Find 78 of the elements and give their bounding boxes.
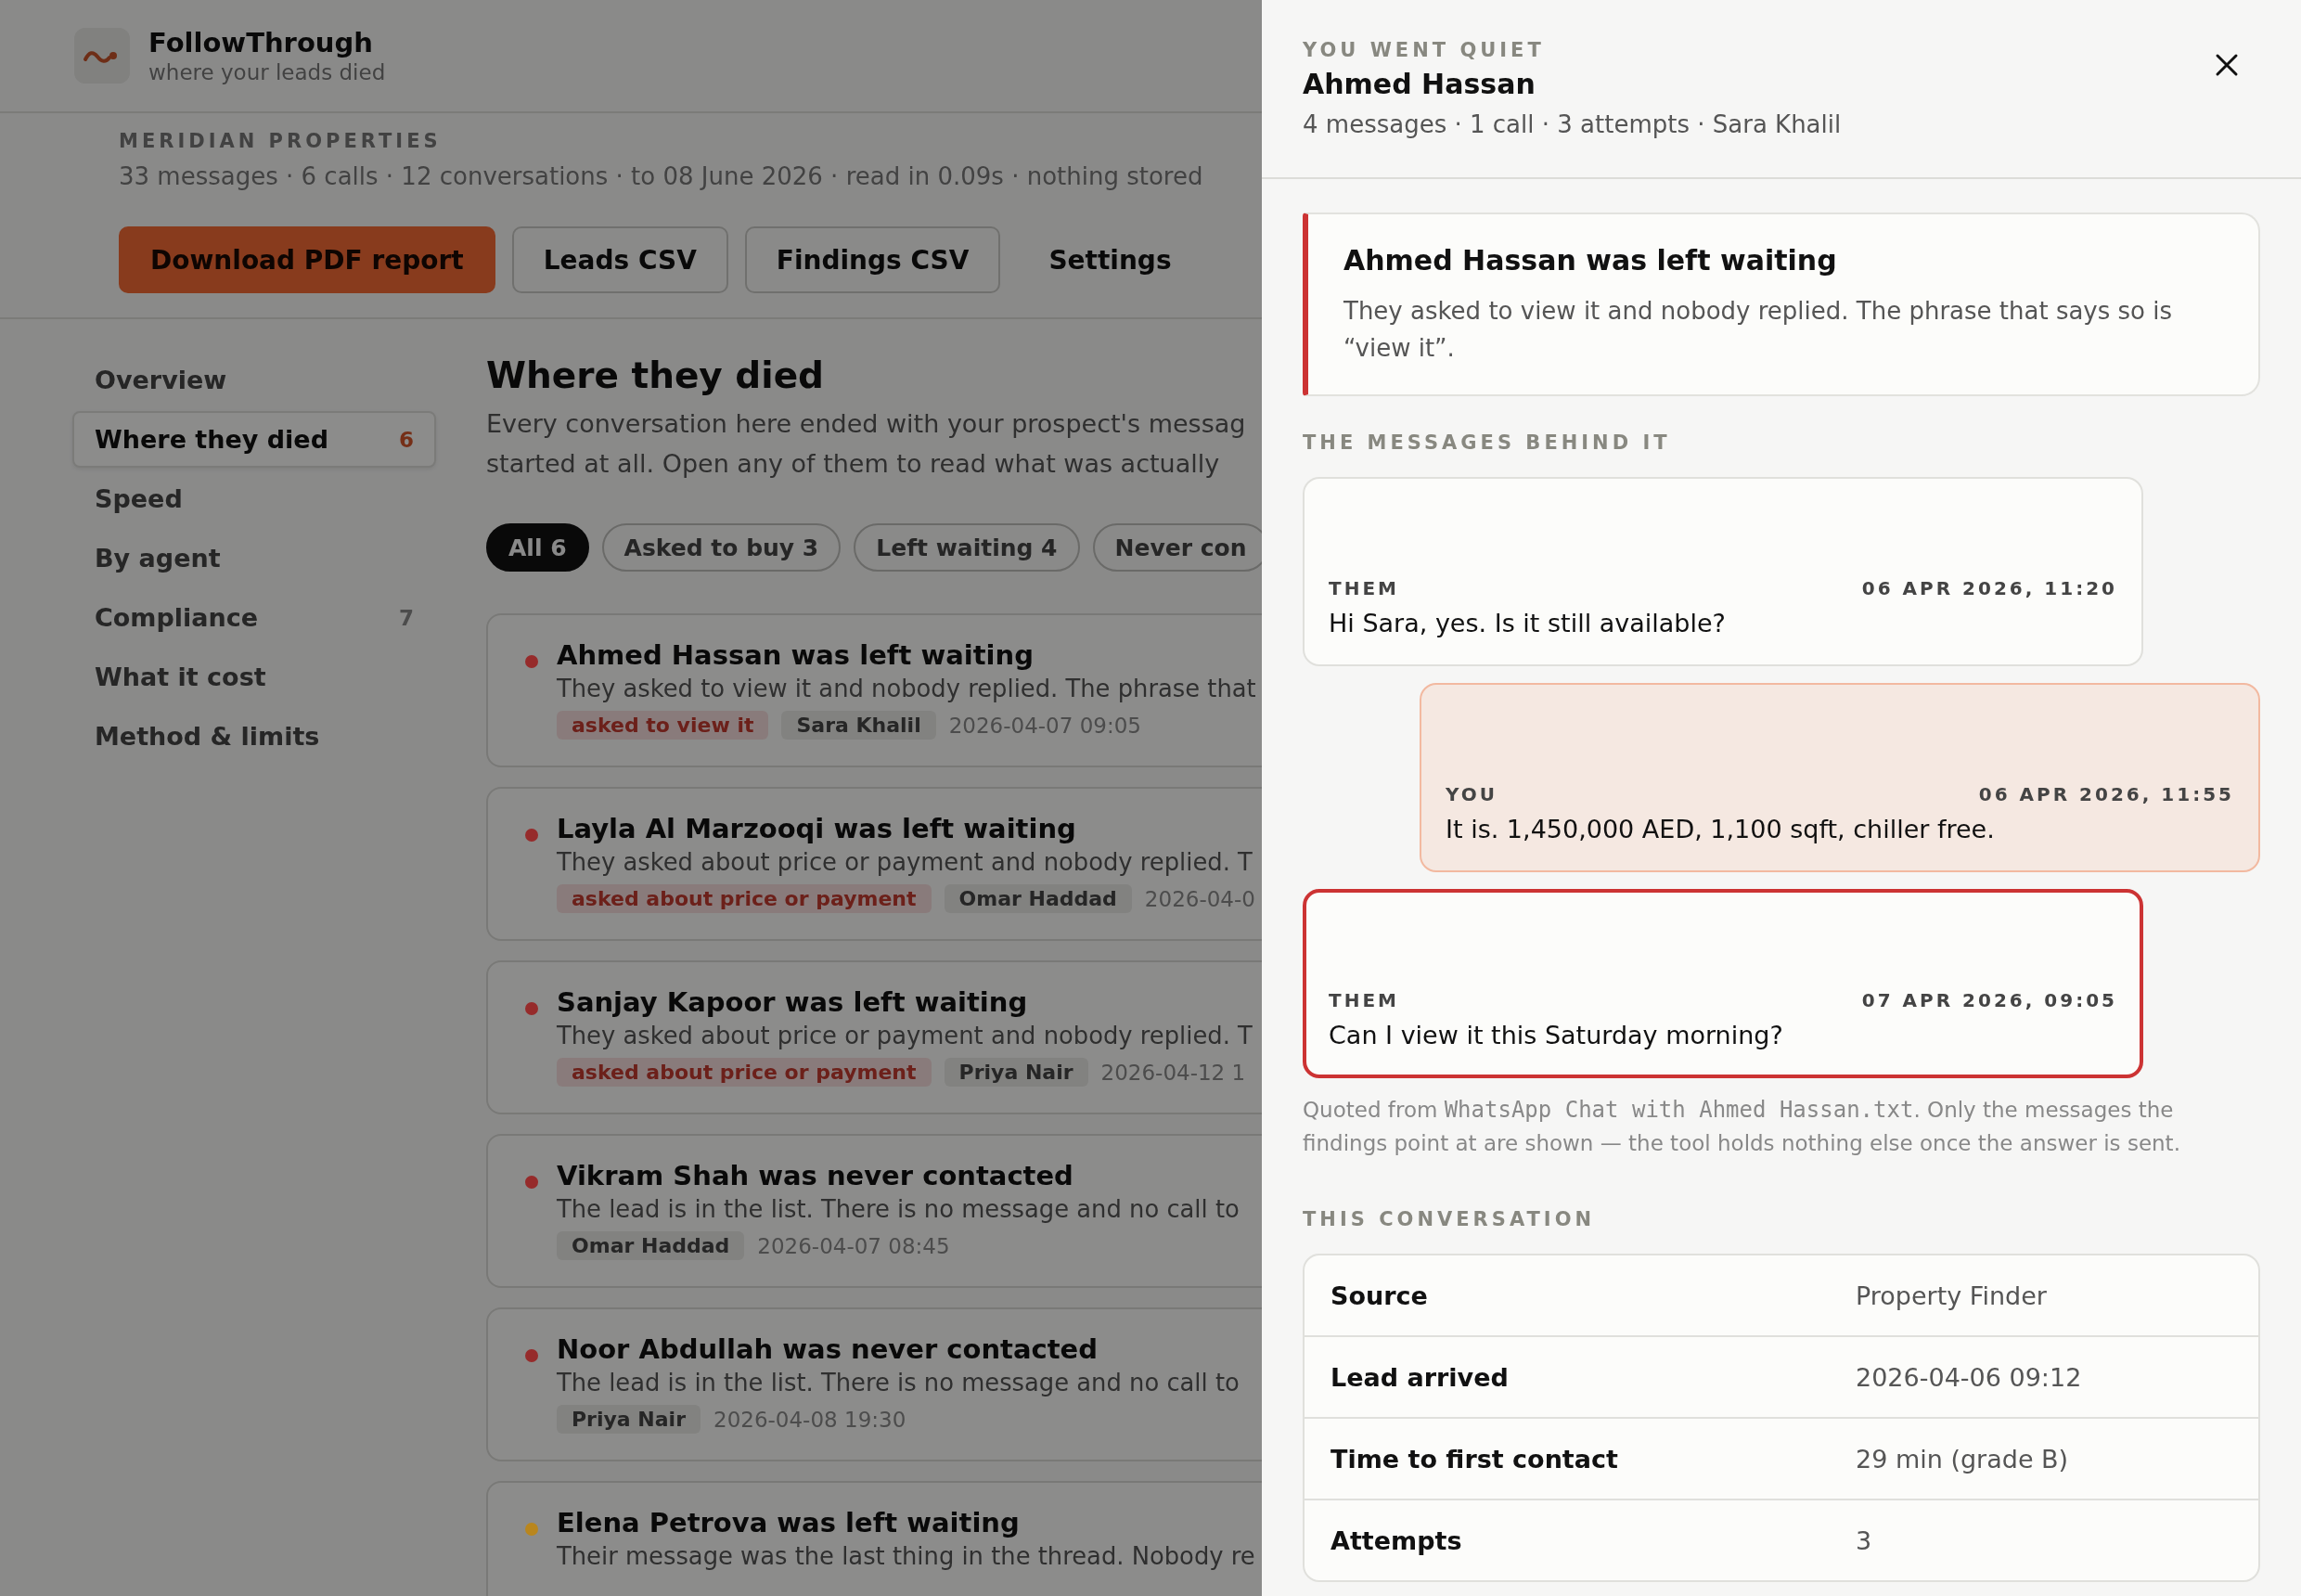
sidebar-item[interactable]: Method & limits (72, 708, 436, 765)
finding-tag: asked about price or payment (557, 884, 932, 913)
card-title: Layla Al Marzooqi was left waiting (557, 812, 1077, 846)
drawer-title: Ahmed Hassan (1303, 67, 1536, 102)
finding-card[interactable]: Vikram Shah was never contacted The lead is in the list. There is no message and no call to Omar Haddad 2026-04-07 08:45 (486, 1134, 1262, 1288)
detail-label: Lead arrived (1330, 1362, 1510, 1392)
agent-tag: Omar Haddad (557, 1231, 745, 1260)
sidebar-item[interactable]: Speed (72, 470, 436, 527)
finding-card[interactable]: Layla Al Marzooqi was left waiting They asked about price or payment and nobody replied. T asked about price or payment Omar Haddad 2026-04-0 (486, 787, 1262, 941)
detail-value: 3 (1856, 1525, 1873, 1555)
account-name: MERIDIAN PROPERTIES (119, 129, 443, 154)
message-sender: THEM (1329, 576, 1399, 601)
card-title: Ahmed Hassan was left waiting (557, 638, 1035, 673)
message-time: 06 APR 2026, 11:55 (1978, 782, 2234, 807)
filter-chip[interactable]: Never con (1092, 523, 1262, 572)
detail-value: 29 min (grade B) (1856, 1444, 2070, 1474)
sidebar-item[interactable]: Where they died 6 (72, 411, 436, 468)
timestamp: 2026-04-0 (1144, 886, 1255, 911)
card-description: They asked about price or payment and nobody replied. T (557, 1021, 1253, 1051)
sidebar-item[interactable]: By agent (72, 530, 436, 586)
card-title: Vikram Shah was never contacted (557, 1159, 1074, 1193)
finding-tag: asked to view it (557, 711, 769, 740)
description-line: Every conversation here ended with your prospect's messag (486, 408, 1247, 440)
sidebar-item[interactable]: What it cost (72, 649, 436, 705)
message-sender: YOU (1446, 782, 1498, 807)
sidebar-item[interactable]: Compliance 7 (72, 589, 436, 646)
card-title: Noor Abdullah was never contacted (557, 1332, 1099, 1367)
detail-value: Property Finder (1856, 1281, 2048, 1310)
agent-tag: Priya Nair (557, 1405, 701, 1434)
description-line: started at all. Open any of them to read what was actually (486, 448, 1221, 480)
finding-card[interactable]: Elena Petrova was left waiting Their message was the last thing in the thread. Nobody re (486, 1481, 1262, 1596)
footnote: Quoted from WhatsApp Chat with Ahmed Hassan.txt. Only the messages the findings point at are shown — the tool holds nothing else once the answer is sent. (1303, 1096, 2181, 1157)
card-title: Sanjay Kapoor was left waiting (557, 985, 1029, 1020)
sidebar-item[interactable]: Overview (72, 352, 436, 408)
detail-value: 2026-04-06 09:12 (1856, 1362, 2083, 1392)
agent-tag: Sara Khalil (781, 711, 936, 740)
message-text: Hi Sara, yes. Is it still available? (1329, 608, 1727, 639)
message-text: Can I view it this Saturday morning? (1329, 1020, 1784, 1051)
message-text: It is. 1,450,000 AED, 1,100 sqft, chiller free. (1446, 814, 1996, 845)
timestamp: 2026-04-07 09:05 (948, 713, 1141, 738)
filter-chip[interactable]: Asked to buy 3 (601, 523, 842, 572)
card-description: They asked to view it and nobody replied. The phrase that (557, 674, 1256, 704)
page-heading: Where they died (486, 354, 825, 398)
agent-tag: Priya Nair (944, 1058, 1088, 1087)
card-title: Elena Petrova was left waiting (557, 1506, 1021, 1540)
message-sender: THEM (1329, 988, 1399, 1013)
account-summary: 33 messages · 6 calls · 12 conversations · to 08 June 2026 · read in 0.09s · nothing stored (119, 161, 1203, 192)
finding-card[interactable]: Sanjay Kapoor was left waiting They asked about price or payment and nobody replied. T asked about price or payment Priya Nair 2026-04-12 1 (486, 960, 1262, 1114)
card-description: The lead is in the list. There is no message and no call to (557, 1194, 1240, 1225)
timestamp: 2026-04-07 08:45 (757, 1233, 950, 1258)
detail-label: Time to first contact (1330, 1444, 1619, 1474)
finding-title: Ahmed Hassan was left waiting (1343, 243, 1838, 278)
action-button[interactable]: Leads CSV (511, 226, 728, 293)
finding-card[interactable]: Noor Abdullah was never contacted The lead is in the list. There is no message and no call to Priya Nair 2026-04-08 19:30 (486, 1307, 1262, 1461)
section-heading: THE MESSAGES BEHIND IT (1303, 431, 1672, 456)
drawer-kicker: YOU WENT QUIET (1303, 38, 1546, 63)
action-button[interactable]: Findings CSV (744, 226, 1001, 293)
filter-chip[interactable]: Left waiting 4 (854, 523, 1080, 572)
detail-label: Attempts (1330, 1525, 1463, 1555)
message-time: 07 APR 2026, 09:05 (1861, 988, 2117, 1013)
agent-tag: Omar Haddad (944, 884, 1132, 913)
timestamp: 2026-04-12 1 (1100, 1060, 1246, 1085)
finding-text: They asked to view it and nobody replied. The phrase that says so is “view it”. (1343, 296, 2174, 364)
card-description: They asked about price or payment and nobody replied. T (557, 847, 1253, 878)
filter-chip[interactable]: All 6 (486, 523, 589, 572)
action-button[interactable]: Settings (1017, 226, 1203, 293)
section-heading: THIS CONVERSATION (1303, 1207, 1597, 1232)
card-description: The lead is in the list. There is no message and no call to (557, 1368, 1240, 1398)
finding-tag: asked about price or payment (557, 1058, 932, 1087)
timestamp: 2026-04-08 19:30 (713, 1407, 906, 1432)
finding-card[interactable]: Ahmed Hassan was left waiting They asked to view it and nobody replied. The phrase that asked to view it Sara Khalil 2026-04-07 09:05 (486, 613, 1262, 767)
close-icon[interactable] (2214, 52, 2240, 78)
drawer-meta: 4 messages · 1 call · 3 attempts · Sara Khalil (1303, 109, 1843, 140)
detail-label: Source (1330, 1281, 1429, 1310)
message-time: 06 APR 2026, 11:20 (1861, 576, 2117, 601)
card-description: Their message was the last thing in the thread. Nobody re (557, 1541, 1255, 1572)
app-tagline: where your leads died (148, 59, 386, 85)
app-name: FollowThrough (148, 26, 374, 59)
